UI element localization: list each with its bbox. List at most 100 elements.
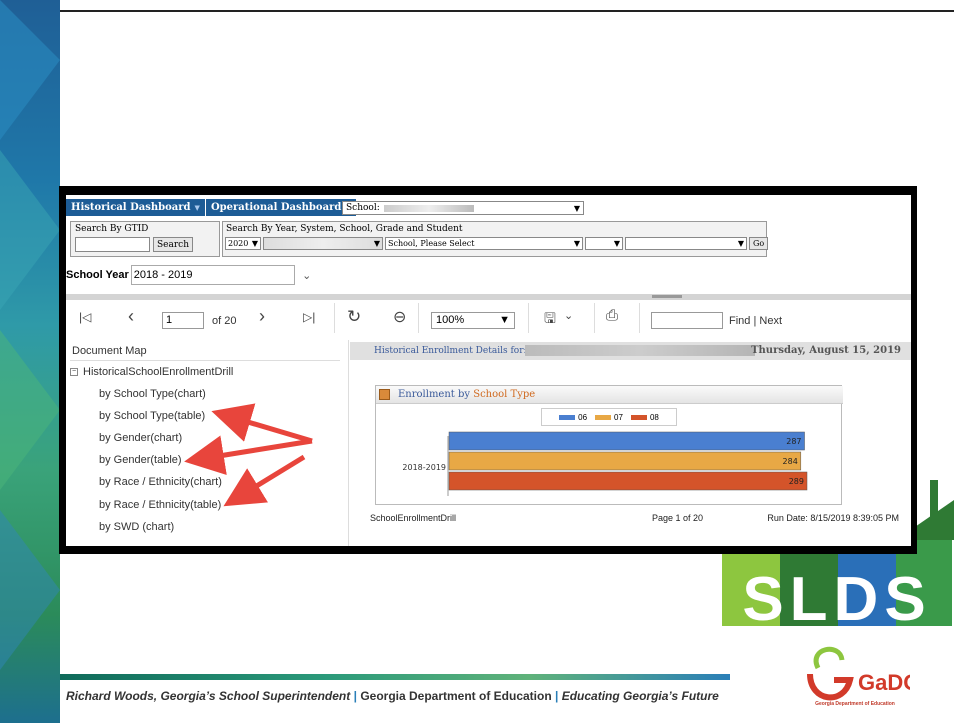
footer-separator: | (353, 689, 357, 703)
report-date: Thursday, August 15, 2019 (751, 345, 901, 356)
print-icon[interactable]: ⎙ (606, 307, 618, 324)
school-select-label: School: (346, 203, 380, 213)
multi-search-row: 2020 ▼ ▼ School, Please Select ▼ ▼ ▼ Go (225, 237, 769, 250)
footer-tagline: Educating Georgia’s Future (561, 689, 719, 703)
refresh-icon[interactable]: ↻ (347, 307, 361, 327)
document-map-root-label: HistoricalSchoolEnrollmentDrill (83, 366, 234, 378)
gadoe-logo-text: GaDOE (858, 670, 910, 695)
report-viewer: Historical Dashboard ▼ Operational Dashb… (66, 195, 911, 546)
document-map: Document Map − HistoricalSchoolEnrollmen… (66, 340, 349, 546)
dropdown-arrow-icon: ▼ (499, 314, 510, 326)
slds-logo-text: SLDS (742, 565, 931, 630)
gtid-search-button[interactable]: Search (153, 237, 193, 252)
find-link[interactable]: Find (729, 315, 750, 327)
collapse-icon[interactable]: − (70, 368, 78, 376)
strip-pattern (0, 0, 60, 670)
document-map-item[interactable]: by Race / Ethnicity(table) (99, 499, 221, 511)
year-select-value: 2020 (228, 239, 249, 248)
multi-search-panel: Search By Year, System, School, Grade an… (222, 221, 769, 257)
report-footer: SchoolEnrollmentDrill Page 1 of 20 Run D… (350, 507, 911, 527)
dropdown-arrow-icon: ▼ (613, 239, 620, 248)
footer-separator: | (555, 689, 559, 703)
find-input[interactable] (651, 312, 723, 329)
system-select[interactable]: ▼ (263, 237, 383, 250)
multi-search-label: Search By Year, System, School, Grade an… (226, 224, 463, 234)
enrollment-chart-panel: Enrollment by School Type 06 07 08 2018-… (375, 385, 843, 505)
find-separator: | (753, 315, 757, 327)
find-controls: Find | Next (729, 315, 782, 327)
report-footer-name: SchoolEnrollmentDrill (370, 513, 457, 523)
tab-operational-dashboard[interactable]: Operational Dashboard ▼ (205, 199, 357, 216)
left-decorative-strip (0, 0, 60, 723)
previous-page-icon[interactable]: ‹ (128, 306, 134, 327)
dropdown-arrow-icon: ▼ (573, 203, 580, 213)
school-year-row: School Year 2018 - 2019 ⌄ (66, 265, 317, 285)
gtid-input[interactable] (75, 237, 150, 252)
back-icon[interactable]: ⊖ (393, 307, 406, 327)
bar-group: 287 284 289 (448, 431, 808, 491)
bar-07 (448, 451, 802, 471)
bar-value-label: 287 (786, 437, 801, 446)
chevron-down-icon[interactable]: ⌄ (564, 309, 573, 322)
school-year-label: School Year (66, 269, 129, 281)
enrollment-bar-chart: 2018-2019 287 284 289 (402, 431, 808, 496)
school-select[interactable]: School: ▼ (342, 201, 584, 215)
grade-select[interactable]: ▼ (585, 237, 623, 250)
bar-06 (448, 431, 805, 451)
tab-operational-dashboard-label: Operational Dashboard (210, 202, 342, 213)
report-header-label: Historical Enrollment Details for: (374, 346, 527, 356)
bar-value-label: 284 (783, 457, 798, 466)
zoom-select[interactable]: 100% ▼ (431, 312, 515, 329)
document-map-item[interactable]: by Gender(table) (99, 454, 182, 466)
document-map-title: Document Map (72, 345, 147, 357)
splitter-grip[interactable] (652, 295, 682, 298)
report-header: Historical Enrollment Details for: Thurs… (350, 342, 911, 360)
next-page-icon[interactable]: › (259, 306, 265, 327)
next-link[interactable]: Next (759, 315, 782, 327)
document-map-item[interactable]: by School Type(table) (99, 410, 205, 422)
student-select[interactable]: ▼ (625, 237, 747, 250)
toolbar-separator (334, 303, 335, 333)
toolbar-separator (528, 303, 529, 333)
tab-historical-dashboard[interactable]: Historical Dashboard ▼ (66, 199, 206, 216)
footer-text: Richard Woods, Georgia’s School Superint… (66, 689, 719, 703)
report-pane: Historical Enrollment Details for: Thurs… (350, 342, 911, 546)
report-toolbar: |◁ ‹ 1 of 20 › ▷| ↻ ⊖ 100% ▼ 🖫 ⌄ ⎙ Find … (66, 300, 911, 336)
dropdown-arrow-icon: ▼ (373, 239, 380, 248)
last-page-icon[interactable]: ▷| (303, 310, 315, 324)
dropdown-arrow-icon: ▼ (251, 239, 258, 248)
gadoe-caption: Georgia Department of Education (815, 701, 895, 707)
save-icon[interactable]: 🖫 (544, 308, 556, 332)
school-year-select[interactable]: 2018 - 2019 (130, 265, 295, 285)
embedded-screenshot-frame: Historical Dashboard ▼ Operational Dashb… (59, 186, 917, 554)
document-map-item[interactable]: by Gender(chart) (99, 432, 182, 444)
document-map-root[interactable]: − HistoricalSchoolEnrollmentDrill (70, 366, 233, 378)
top-rule (60, 10, 954, 12)
year-select[interactable]: 2020 ▼ (225, 237, 261, 250)
report-footer-page: Page 1 of 20 (652, 513, 704, 523)
gtid-search-panel: Search By GTID Search (70, 221, 220, 257)
page-count-label: of 20 (212, 315, 237, 327)
dropdown-arrow-icon: ▼ (573, 239, 580, 248)
dropdown-arrow-icon: ▼ (737, 239, 744, 248)
chevron-down-icon[interactable]: ⌄ (297, 269, 317, 282)
toolbar-separator (639, 303, 640, 333)
bar-value-label: 289 (789, 477, 804, 486)
document-map-item[interactable]: by School Type(chart) (99, 388, 206, 400)
school-select-2[interactable]: School, Please Select ▼ (385, 237, 583, 250)
zoom-value: 100% (436, 314, 465, 326)
footer-color-line (60, 674, 730, 680)
school-select-placeholder: School, Please Select (388, 239, 475, 248)
document-map-item[interactable]: by Race / Ethnicity(chart) (99, 476, 222, 488)
footer-superintendent: Richard Woods, Georgia’s School Superint… (66, 689, 351, 703)
go-button[interactable]: Go (749, 237, 769, 250)
page-number-input[interactable]: 1 (162, 312, 204, 329)
report-footer-rundate: Run Date: 8/15/2019 8:39:05 PM (767, 513, 899, 523)
slide: SLDS GaDOE Georgia Department of Educati… (0, 0, 954, 723)
top-nav: Historical Dashboard ▼ Operational Dashb… (66, 199, 357, 216)
first-page-icon[interactable]: |◁ (79, 310, 91, 324)
tab-historical-dashboard-label: Historical Dashboard (71, 202, 191, 213)
footer-department: Georgia Department of Education (360, 689, 552, 703)
document-map-item[interactable]: by SWD (chart) (99, 521, 174, 533)
redacted-school-name (525, 345, 755, 356)
